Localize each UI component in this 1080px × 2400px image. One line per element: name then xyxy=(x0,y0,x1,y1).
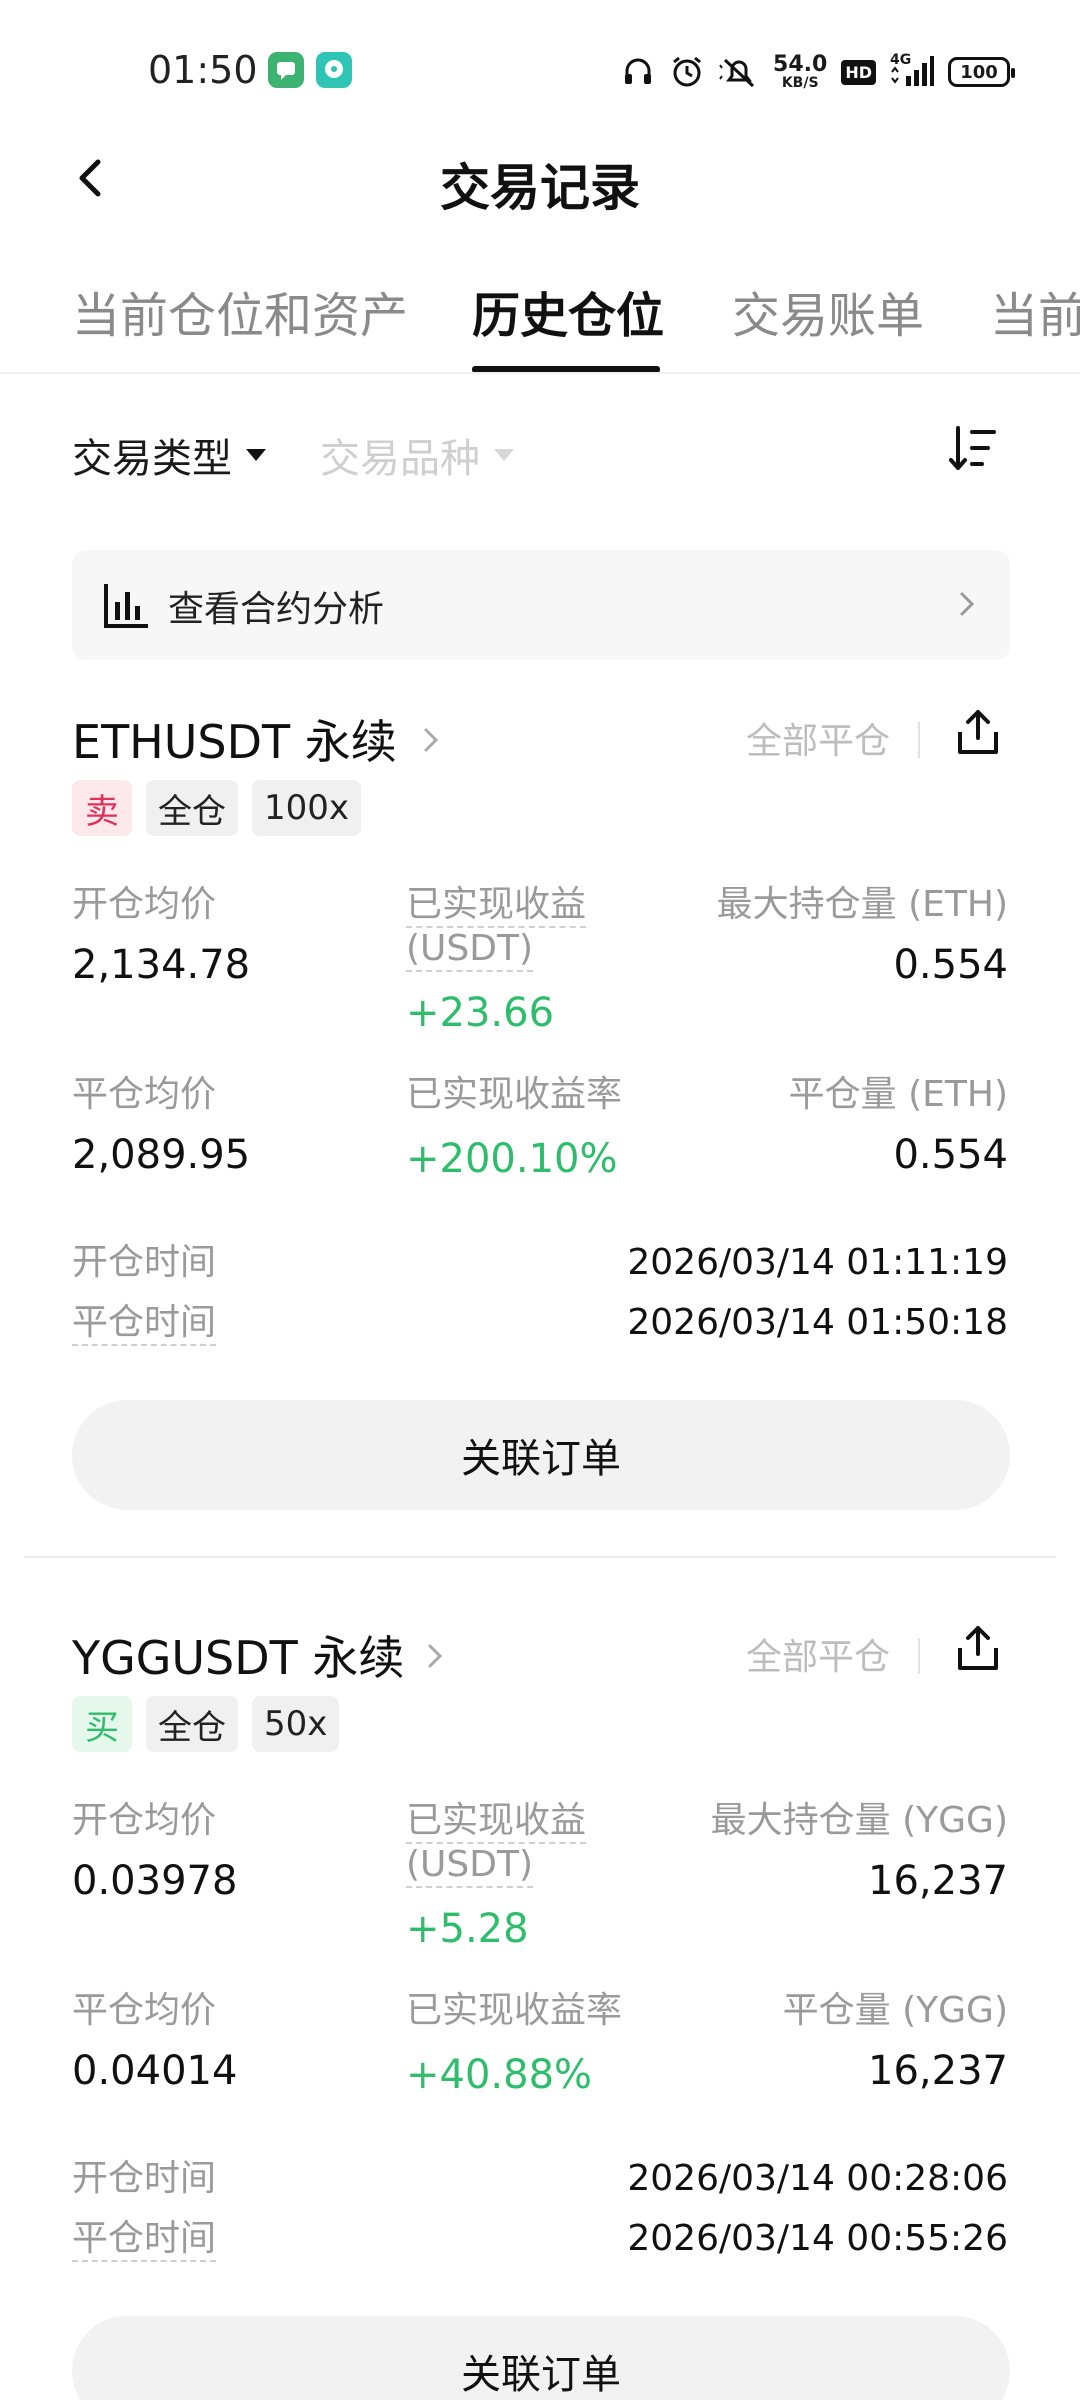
closed-qty-value: 16,237 xyxy=(868,2048,1008,2094)
related-orders-button[interactable]: 关联订单 xyxy=(72,1400,1010,1510)
tab-current-more[interactable]: 当前 xyxy=(990,276,1080,346)
trade-type-label: 交易类型 xyxy=(72,436,232,482)
share-icon xyxy=(958,710,998,754)
realized-pnl-label-group[interactable]: 已实现收益 (USDT) xyxy=(406,1800,587,1888)
open-time-value: 2026/03/14 00:28:06 xyxy=(627,2158,1008,2199)
close-time-value: 2026/03/14 01:50:18 xyxy=(627,1302,1008,1343)
closed-qty-label: 平仓量 (YGG) xyxy=(782,1990,1008,2031)
side-tag: 买 xyxy=(72,1696,132,1752)
max-position-label: 最大持仓量 (ETH) xyxy=(716,884,1008,925)
caret-down-icon xyxy=(246,449,266,461)
card-divider xyxy=(24,1556,1056,1558)
close-avg-value: 2,089.95 xyxy=(72,1132,251,1178)
chevron-right-icon[interactable] xyxy=(418,722,444,758)
headphones-icon xyxy=(621,55,655,89)
side-tag: 卖 xyxy=(72,780,132,836)
closed-qty-label: 平仓量 (ETH) xyxy=(788,1074,1008,1115)
position-symbol[interactable]: YGGUSDT 永续 xyxy=(72,1622,404,1688)
open-time-label: 开仓时间 xyxy=(72,1242,217,1283)
sort-button[interactable] xyxy=(948,422,998,476)
contract-analysis-banner[interactable]: 查看合约分析 xyxy=(72,550,1010,660)
open-time-label: 开仓时间 xyxy=(72,2158,217,2199)
realized-rate-value: +40.88% xyxy=(406,2052,593,2098)
close-time-value: 2026/03/14 00:55:26 xyxy=(627,2218,1008,2259)
realized-pnl-value: +23.66 xyxy=(406,990,555,1036)
signal-icon: 4G xyxy=(890,52,934,90)
trade-instrument-filter[interactable]: 交易品种 xyxy=(320,426,514,484)
related-orders-button[interactable]: 关联订单 xyxy=(72,2316,1010,2400)
chat-app-icon xyxy=(316,52,352,88)
close-all-button[interactable]: 全部平仓 xyxy=(746,1628,890,1680)
position-symbol[interactable]: ETHUSDT 永续 xyxy=(72,706,397,772)
realized-rate-label: 已实现收益率 xyxy=(406,1074,623,1115)
chevron-right-icon xyxy=(952,586,982,622)
margin-mode-tag: 全仓 xyxy=(146,780,238,836)
bar-chart-icon xyxy=(102,580,152,630)
close-time-label: 平仓时间 xyxy=(72,1302,217,1346)
margin-mode-tag: 全仓 xyxy=(146,1696,238,1752)
open-avg-value: 2,134.78 xyxy=(72,942,251,988)
open-avg-value: 0.03978 xyxy=(72,1858,238,1904)
page-title: 交易记录 xyxy=(440,159,640,217)
tab-trade-bills[interactable]: 交易账单 xyxy=(732,276,924,346)
realized-pnl-unit: (USDT) xyxy=(406,1844,534,1888)
realized-rate-value: +200.10% xyxy=(406,1136,618,1182)
close-avg-label: 平仓均价 xyxy=(72,1074,217,1115)
max-position-value: 16,237 xyxy=(868,1858,1008,1904)
active-tab-indicator xyxy=(472,366,660,372)
battery-icon: 100 xyxy=(948,57,1015,87)
tab-current-positions[interactable]: 当前仓位和资产 xyxy=(72,276,408,346)
divider xyxy=(918,722,920,758)
realized-pnl-value: +5.28 xyxy=(406,1906,529,1952)
close-avg-value: 0.04014 xyxy=(72,2048,238,2094)
divider xyxy=(918,1638,920,1674)
realized-pnl-label-group[interactable]: 已实现收益 (USDT) xyxy=(406,884,587,972)
trade-instrument-label: 交易品种 xyxy=(320,436,480,482)
open-time-value: 2026/03/14 01:11:19 xyxy=(627,1242,1008,1283)
chevron-right-icon[interactable] xyxy=(422,1638,448,1674)
realized-pnl-unit: (USDT) xyxy=(406,928,534,972)
trade-type-filter[interactable]: 交易类型 xyxy=(72,426,266,484)
network-type: 4G xyxy=(890,52,912,68)
close-time-label-wrap[interactable]: 平仓时间 xyxy=(72,1302,217,1346)
position-tags: 卖 全仓 100x xyxy=(72,780,362,836)
position-card: ETHUSDT 永续 全部平仓 卖 全仓 100x 开仓均价 2,134.78 … xyxy=(0,706,1080,1526)
max-position-value: 0.554 xyxy=(893,942,1008,988)
max-position-label: 最大持仓量 (YGG) xyxy=(710,1800,1008,1841)
mute-icon xyxy=(719,54,759,90)
share-icon xyxy=(958,1626,998,1670)
alarm-icon xyxy=(669,54,705,90)
status-time: 01:50 xyxy=(148,48,258,92)
share-button[interactable] xyxy=(956,1624,1000,1672)
tab-bar: 当前仓位和资产 历史仓位 交易账单 当前 xyxy=(0,270,1080,374)
caret-down-icon xyxy=(494,449,514,461)
open-avg-label: 开仓均价 xyxy=(72,884,217,925)
close-time-label: 平仓时间 xyxy=(72,2218,217,2262)
net-speed: 54.0 KB/S xyxy=(773,52,828,91)
close-all-button[interactable]: 全部平仓 xyxy=(746,712,890,764)
realized-rate-label: 已实现收益率 xyxy=(406,1990,623,2031)
closed-qty-value: 0.554 xyxy=(893,1132,1008,1178)
hd-badge: HD xyxy=(841,59,876,85)
leverage-tag: 100x xyxy=(252,780,362,836)
sort-icon xyxy=(949,426,996,470)
close-avg-label: 平仓均价 xyxy=(72,1990,217,2031)
messages-app-icon xyxy=(268,52,304,88)
contract-analysis-label: 查看合约分析 xyxy=(168,589,385,630)
status-icons: 54.0 KB/S HD 4G 100 xyxy=(621,48,1015,96)
position-card: YGGUSDT 永续 全部平仓 买 全仓 50x 开仓均价 0.03978 已实… xyxy=(0,1622,1080,2400)
status-bar: 01:50 54.0 KB/S HD 4G 100 xyxy=(0,0,1080,120)
realized-pnl-label: 已实现收益 xyxy=(406,884,587,928)
realized-pnl-label: 已实现收益 xyxy=(406,1800,587,1844)
net-speed-value: 54.0 xyxy=(773,52,828,77)
tab-history-positions[interactable]: 历史仓位 xyxy=(472,276,664,346)
share-button[interactable] xyxy=(956,708,1000,756)
open-avg-label: 开仓均价 xyxy=(72,1800,217,1841)
leverage-tag: 50x xyxy=(252,1696,340,1752)
close-time-label-wrap[interactable]: 平仓时间 xyxy=(72,2218,217,2262)
net-speed-unit: KB/S xyxy=(781,75,819,91)
position-tags: 买 全仓 50x xyxy=(72,1696,340,1752)
